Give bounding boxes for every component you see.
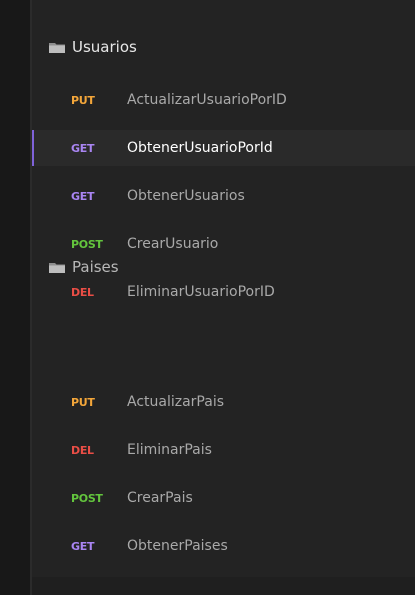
- method-badge-put: PUT: [71, 395, 95, 409]
- request-item[interactable]: POST CrearPais: [32, 480, 415, 516]
- request-label: CrearUsuario: [127, 236, 219, 252]
- method-badge-post: POST: [71, 237, 103, 251]
- method-badge-del: DEL: [71, 443, 94, 457]
- request-label: EliminarPais: [127, 442, 212, 458]
- method-badge-get: GET: [71, 189, 95, 203]
- request-label: ObtenerPaises: [127, 538, 228, 554]
- folder-label: Usuarios: [72, 38, 137, 56]
- bottom-strip: [32, 577, 415, 595]
- request-label: ActualizarUsuarioPorID: [127, 92, 287, 108]
- method-badge-post: POST: [71, 491, 103, 505]
- request-item[interactable]: GET ObtenerUsuarios: [32, 178, 415, 214]
- request-item[interactable]: GET ObtenerPaises: [32, 528, 415, 564]
- method-badge-get: GET: [71, 539, 95, 553]
- folder-open-icon: [48, 40, 66, 54]
- request-label: EliminarUsuarioPorID: [127, 284, 275, 300]
- request-sidebar: Usuarios PUT ActualizarUsuarioPorID GET …: [32, 0, 415, 595]
- request-item-selected[interactable]: GET ObtenerUsuarioPorId: [32, 130, 415, 166]
- request-label: CrearPais: [127, 490, 193, 506]
- method-badge-get: GET: [71, 141, 95, 155]
- request-label: ObtenerUsuarioPorId: [127, 140, 273, 156]
- api-explorer-window: Usuarios PUT ActualizarUsuarioPorID GET …: [0, 0, 415, 595]
- left-gutter: [0, 0, 32, 595]
- request-item[interactable]: PUT ActualizarUsuarioPorID: [32, 82, 415, 118]
- request-label: ActualizarPais: [127, 394, 225, 410]
- folder-usuarios[interactable]: Usuarios: [48, 33, 137, 61]
- request-label: ObtenerUsuarios: [127, 188, 245, 204]
- method-badge-put: PUT: [71, 93, 95, 107]
- folder-label: Paises: [72, 258, 119, 276]
- folder-paises[interactable]: Paises: [48, 253, 119, 281]
- request-item[interactable]: PUT ActualizarPais: [32, 384, 415, 420]
- method-badge-del: DEL: [71, 285, 94, 299]
- folder-open-icon: [48, 260, 66, 274]
- request-item[interactable]: DEL EliminarPais: [32, 432, 415, 468]
